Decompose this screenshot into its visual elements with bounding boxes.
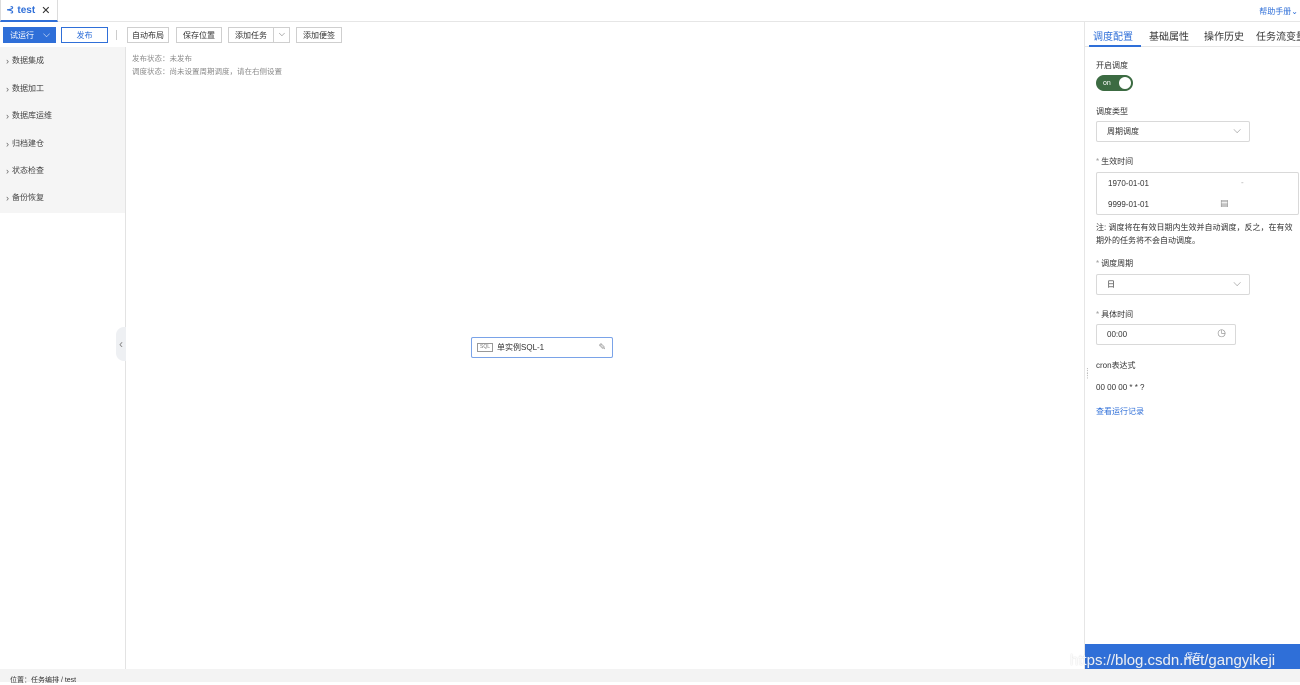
chevron-down-icon: ⌵	[1233, 278, 1241, 289]
sql-icon: SQL	[477, 343, 494, 352]
schedule-toggle[interactable]: on	[1096, 75, 1133, 91]
tab-basic-properties[interactable]: 基础属性	[1149, 28, 1189, 43]
chevron-down-icon: ⌵	[1233, 125, 1241, 136]
tab-bar: ⊰ test ✕ 帮助手册⌄	[0, 0, 1300, 22]
date-start[interactable]: 1970-01-01	[1108, 179, 1149, 188]
trial-run-label: 试运行	[10, 30, 34, 40]
footer-bar: 位置：任务编排 / test	[0, 669, 1300, 684]
chevron-right-icon: ›	[6, 138, 9, 149]
publish-status: 发布状态：未发布	[132, 54, 192, 63]
sidebar-item-label: 数据集成	[12, 56, 44, 65]
specific-time-input[interactable]: 00:00 ◷	[1096, 324, 1236, 345]
task-node[interactable]: SQL 单实例SQL-1 ✎	[471, 337, 613, 358]
chevron-right-icon: ›	[6, 192, 9, 203]
required-marker: *	[1096, 310, 1100, 319]
enable-schedule-label: 开启调度	[1096, 61, 1128, 70]
toggle-knob	[1119, 77, 1131, 89]
toolbar: 试运行 ⌵ 发布 自动布局 保存位置 添加任务 ⌵ 添加便签	[0, 25, 1084, 45]
add-task-label: 添加任务	[235, 30, 267, 40]
chevron-right-icon: ›	[6, 55, 9, 66]
tab-schedule-config[interactable]: 调度配置	[1093, 28, 1133, 43]
panel-resize-handle[interactable]: ⁝ ⁝	[1086, 367, 1089, 381]
schedule-status: 调度状态：尚未设置周期调度，请在右侧设置	[132, 67, 282, 76]
view-run-log-link[interactable]: 查看运行记录	[1096, 406, 1144, 417]
date-separator: -	[1241, 178, 1244, 187]
cron-expression: 00 00 00 * * ?	[1096, 383, 1145, 392]
chevron-right-icon: ›	[6, 165, 9, 176]
time-value: 00:00	[1107, 330, 1128, 339]
flow-status: 发布状态：未发布 调度状态：尚未设置周期调度，请在右侧设置	[132, 52, 282, 78]
save-position-button[interactable]: 保存位置	[176, 27, 222, 43]
auto-layout-button[interactable]: 自动布局	[127, 27, 169, 43]
publish-button[interactable]: 发布	[61, 27, 108, 43]
collapse-sidebar-handle[interactable]: ‹	[116, 327, 126, 361]
cron-label: cron表达式	[1096, 361, 1136, 370]
schedule-type-select[interactable]: 周期调度 ⌵	[1096, 121, 1250, 142]
schedule-type-label: 调度类型	[1096, 107, 1128, 116]
breadcrumb: 位置：任务编排 / test	[10, 677, 77, 684]
calendar-icon[interactable]: ▤	[1220, 198, 1229, 209]
trial-run-button[interactable]: 试运行 ⌵	[3, 27, 56, 43]
date-end[interactable]: 9999-01-01	[1108, 200, 1149, 209]
tab-operation-history[interactable]: 操作历史	[1204, 28, 1244, 43]
schedule-period-select[interactable]: 日 ⌵	[1096, 274, 1250, 295]
chevron-right-icon: ›	[6, 83, 9, 94]
sidebar-item-data-processing[interactable]: › 数据加工	[0, 75, 125, 102]
task-type-sidebar: › 数据集成 › 数据加工 › 数据库运维 › 归档建仓 › 状态检查 › 备份…	[0, 47, 125, 213]
chevron-down-icon[interactable]: ⌵	[279, 29, 285, 39]
active-tab-indicator	[1089, 45, 1141, 47]
sidebar-item-data-integration[interactable]: › 数据集成	[0, 47, 125, 74]
sidebar-item-backup-restore[interactable]: › 备份恢复	[0, 184, 125, 211]
specific-time-label: * 具体时间	[1096, 310, 1134, 319]
schedule-period-value: 日	[1107, 280, 1115, 289]
clock-icon: ◷	[1217, 328, 1226, 339]
sidebar-item-label: 数据库运维	[12, 111, 52, 120]
sidebar-item-status-check[interactable]: › 状态检查	[0, 157, 125, 184]
chevron-right-icon: ›	[6, 110, 9, 121]
schedule-note: 注: 调度将在有效日期内生效并自动调度，反之，在有效期外的任务将不会自动调度。	[1096, 223, 1293, 245]
toggle-text: on	[1103, 79, 1111, 87]
add-task-button[interactable]: 添加任务 ⌵	[228, 27, 290, 43]
tab-test[interactable]: ⊰ test ✕	[0, 0, 58, 22]
tab-flow-variables[interactable]: 任务流变量	[1256, 28, 1300, 43]
task-node-label: 单实例SQL-1	[497, 343, 545, 352]
required-marker: *	[1096, 157, 1100, 166]
sidebar-item-archive[interactable]: › 归档建仓	[0, 130, 125, 157]
effective-time-label: * 生效时间	[1096, 157, 1134, 166]
watermark: https://blog.csdn.net/gangyikeji	[1070, 652, 1276, 669]
config-tabs: 调度配置 基础属性 操作历史 任务流变量	[1085, 22, 1300, 47]
edit-icon[interactable]: ✎	[598, 342, 606, 353]
button-split-divider	[273, 28, 274, 42]
workflow-icon: ⊰	[6, 4, 15, 16]
sidebar-item-label: 归档建仓	[12, 139, 44, 148]
schedule-period-label: * 调度周期	[1096, 259, 1134, 268]
add-note-button[interactable]: 添加便签	[296, 27, 342, 43]
chevron-down-icon[interactable]: ⌵	[43, 29, 50, 40]
close-icon[interactable]: ✕	[41, 4, 50, 17]
help-manual-link[interactable]: 帮助手册⌄	[1259, 6, 1298, 17]
effective-date-range[interactable]: 1970-01-01 - 9999-01-01 ▤	[1096, 172, 1299, 215]
toolbar-divider	[116, 30, 117, 40]
required-marker: *	[1096, 259, 1100, 268]
sidebar-item-label: 备份恢复	[12, 193, 44, 202]
sidebar-item-db-ops[interactable]: › 数据库运维	[0, 102, 125, 129]
schedule-type-value: 周期调度	[1107, 127, 1139, 136]
sidebar-item-label: 状态检查	[12, 166, 44, 175]
chevron-left-icon: ‹	[119, 337, 123, 351]
tab-title: test	[17, 4, 36, 16]
sidebar-item-label: 数据加工	[12, 84, 44, 93]
config-panel: 调度配置 基础属性 操作历史 任务流变量 开启调度 on 调度类型 周期调度 ⌵…	[1084, 22, 1300, 669]
